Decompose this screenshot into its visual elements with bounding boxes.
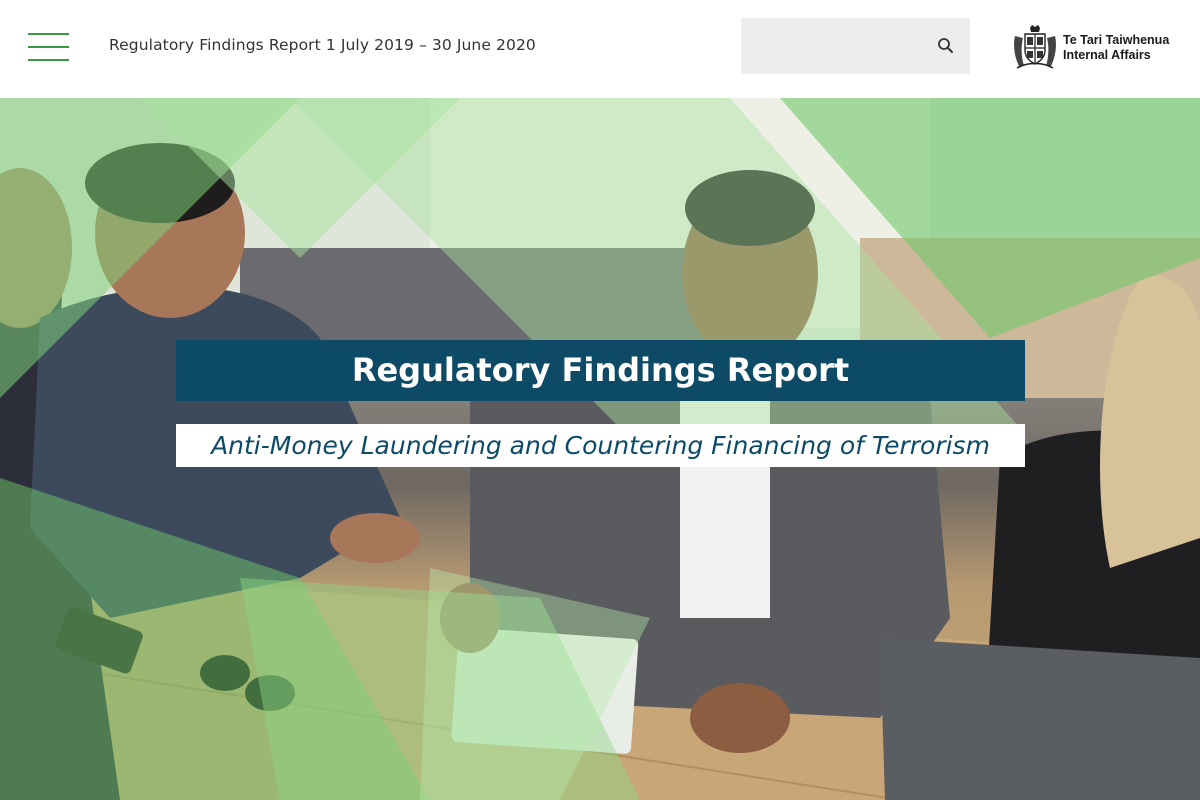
site-header: Regulatory Findings Report 1 July 2019 –… [0,0,1200,98]
hero-subtitle: Anti-Money Laundering and Countering Fin… [176,424,1025,467]
person-two-hand [330,513,420,563]
laptop [880,638,1200,800]
search-box [741,18,970,74]
person-center-hand [690,683,790,753]
search-icon[interactable] [936,36,956,56]
hamburger-menu-icon[interactable] [28,30,70,64]
logo-text: Te Tari Taiwhenua Internal Affairs [1063,33,1169,63]
menu-line [28,33,69,35]
menu-line [28,59,69,61]
internal-affairs-logo[interactable]: Te Tari Taiwhenua Internal Affairs [1011,24,1181,72]
menu-line [28,46,69,48]
search-input[interactable] [741,18,921,74]
logo-line-2: Internal Affairs [1063,48,1151,62]
hero-title: Regulatory Findings Report [176,340,1025,401]
coat-of-arms-icon [1014,25,1056,69]
hero-section: Regulatory Findings Report Anti-Money La… [0,98,1200,800]
report-title-link[interactable]: Regulatory Findings Report 1 July 2019 –… [109,36,536,54]
logo-line-1: Te Tari Taiwhenua [1063,33,1170,47]
